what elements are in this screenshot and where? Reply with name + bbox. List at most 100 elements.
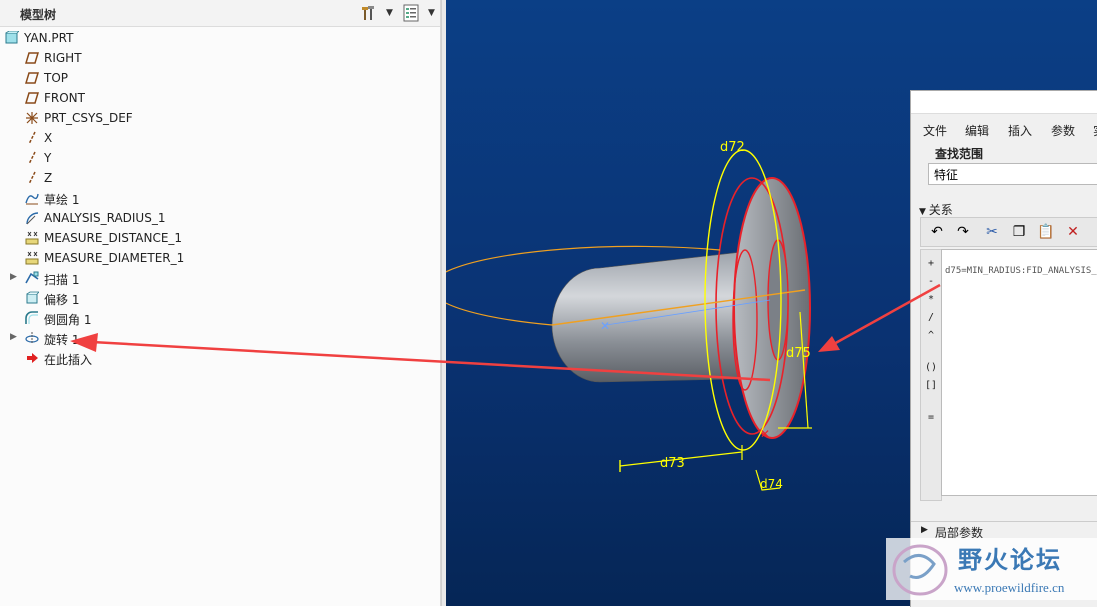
tree-item-label: 倒圆角 1 bbox=[44, 313, 92, 327]
offset-icon bbox=[26, 291, 39, 304]
cut-icon[interactable]: ✂ bbox=[982, 222, 1002, 242]
dimension-d73[interactable]: d73 bbox=[660, 456, 685, 471]
tree-item-analysis-radius-1[interactable]: ANALYSIS_RADIUS_1 bbox=[0, 208, 440, 228]
operator-plus[interactable]: + bbox=[921, 258, 941, 269]
analysis-icon bbox=[26, 212, 39, 225]
csys-marker-icon: ✕ bbox=[600, 319, 610, 333]
settings-dropdown-icon[interactable]: ▼ bbox=[386, 8, 393, 18]
relations-label: 关系 bbox=[928, 203, 953, 217]
tree-display-icon[interactable] bbox=[402, 4, 420, 22]
lookup-select[interactable]: 特征 bbox=[928, 163, 1097, 185]
tree-item-revolve-1[interactable]: ▶ 旋转 1 bbox=[0, 328, 440, 348]
dimension-d72[interactable]: d72 bbox=[720, 140, 745, 155]
tree-item-y[interactable]: Y bbox=[0, 148, 440, 168]
tree-item-label: 扫描 1 bbox=[44, 273, 80, 287]
tree-item-label: X bbox=[44, 131, 53, 145]
tree-item-insert-here[interactable]: 在此插入 bbox=[0, 348, 440, 368]
operator-equals[interactable]: = bbox=[921, 412, 941, 423]
model-tree-panel: 模型树 ▼ ▼ YAN.PRT RIGHT TOP FRONT PRT_CSYS… bbox=[0, 0, 441, 606]
datum-axis-icon bbox=[28, 151, 36, 165]
analysis-icon bbox=[25, 251, 39, 265]
lookup-label: 查找范围 bbox=[935, 147, 984, 161]
tree-item-label: MEASURE_DISTANCE_1 bbox=[44, 231, 183, 245]
tree-item-right[interactable]: RIGHT bbox=[0, 48, 440, 68]
dimension-d75[interactable]: d75 bbox=[786, 346, 811, 361]
tree-item-measure-distance-1[interactable]: MEASURE_DISTANCE_1 bbox=[0, 228, 440, 248]
display-dropdown-icon[interactable]: ▼ bbox=[428, 8, 435, 18]
datum-plane-icon bbox=[25, 92, 39, 104]
operator-brackets[interactable]: [] bbox=[921, 380, 941, 391]
datum-plane-icon bbox=[25, 72, 39, 84]
model-tree-title: 模型树 bbox=[20, 8, 57, 22]
tree-item-round-1[interactable]: 倒圆角 1 bbox=[0, 308, 440, 328]
delete-icon[interactable]: ✕ bbox=[1063, 222, 1083, 242]
tree-item-label: Y bbox=[44, 151, 52, 165]
datum-point-icon: ✕ bbox=[760, 427, 770, 441]
tree-item-front[interactable]: FRONT bbox=[0, 88, 440, 108]
redo-icon[interactable]: ↷ bbox=[953, 222, 973, 242]
menu-utilities[interactable]: 实 bbox=[1093, 122, 1097, 139]
model-tree-header: 模型树 ▼ ▼ bbox=[0, 0, 440, 27]
tree-item-sweep-1[interactable]: ▶ 扫描 1 bbox=[0, 268, 440, 288]
tree-item-top[interactable]: TOP bbox=[0, 68, 440, 88]
menu-parameters[interactable]: 参数 bbox=[1051, 122, 1075, 139]
expand-arrow-icon[interactable]: ▶ bbox=[10, 332, 17, 342]
copy-icon[interactable]: ❐ bbox=[1009, 222, 1029, 242]
tree-item-x[interactable]: X bbox=[0, 128, 440, 148]
round-icon bbox=[25, 311, 38, 324]
tree-item-label: 旋转 1 bbox=[44, 333, 80, 347]
watermark: 野火论坛 www.proewildfire.cn bbox=[886, 538, 1097, 600]
watermark-logo-icon bbox=[892, 544, 948, 596]
menu-edit[interactable]: 编辑 bbox=[965, 122, 989, 139]
dimension-d74[interactable]: d74 bbox=[760, 477, 783, 491]
tree-item-label: 草绘 1 bbox=[44, 193, 80, 207]
datum-plane-icon bbox=[25, 52, 39, 64]
model-tree: YAN.PRT RIGHT TOP FRONT PRT_CSYS_DEF X Y bbox=[0, 28, 440, 368]
tree-item-label: MEASURE_DIAMETER_1 bbox=[44, 251, 185, 265]
expand-arrow-icon[interactable]: ▶ bbox=[10, 272, 17, 282]
relations-dialog: 文件 编辑 插入 参数 实 查找范围 特征 ▼ 关系 ↶ ↷ ✂ ❐ 📋 ✕ +… bbox=[910, 90, 1097, 607]
watermark-title: 野火论坛 bbox=[958, 546, 1062, 574]
tree-item-label: TOP bbox=[44, 71, 69, 85]
operator-minus[interactable]: - bbox=[921, 276, 941, 287]
watermark-url: www.proewildfire.cn bbox=[954, 580, 1065, 595]
csys-icon bbox=[26, 112, 38, 124]
tree-item-measure-diameter-1[interactable]: MEASURE_DIAMETER_1 bbox=[0, 248, 440, 268]
tree-item-label: 偏移 1 bbox=[44, 293, 80, 307]
collapse-arrow-icon: ▼ bbox=[919, 207, 929, 217]
tree-item-label: RIGHT bbox=[44, 51, 82, 65]
operator-divide[interactable]: / bbox=[921, 312, 941, 323]
menu-insert[interactable]: 插入 bbox=[1008, 122, 1032, 139]
operator-power[interactable]: ^ bbox=[921, 330, 941, 341]
expand-arrow-icon: ▶ bbox=[921, 525, 928, 535]
tree-item-label: 在此插入 bbox=[44, 353, 93, 367]
datum-axis-icon bbox=[28, 131, 36, 145]
menu-file[interactable]: 文件 bbox=[923, 122, 947, 139]
tree-item-label: Z bbox=[44, 171, 53, 185]
tree-item-sketch-1[interactable]: 草绘 1 bbox=[0, 188, 440, 208]
tree-item-label: ANALYSIS_RADIUS_1 bbox=[44, 211, 166, 225]
part-icon bbox=[5, 31, 19, 44]
tree-item-prt-csys-def[interactable]: PRT_CSYS_DEF bbox=[0, 108, 440, 128]
dialog-titlebar[interactable] bbox=[911, 91, 1097, 114]
revolve-icon bbox=[25, 332, 39, 344]
tree-item-offset-1[interactable]: 偏移 1 bbox=[0, 288, 440, 308]
settings-tools-icon[interactable] bbox=[360, 4, 378, 22]
lookup-value: 特征 bbox=[934, 168, 959, 182]
dialog-menubar: 文件 编辑 插入 参数 实 bbox=[911, 119, 1097, 141]
operator-multiply[interactable]: * bbox=[921, 294, 941, 305]
datum-axis-icon bbox=[28, 171, 36, 185]
undo-icon[interactable]: ↶ bbox=[927, 222, 947, 242]
operator-parentheses[interactable]: () bbox=[921, 362, 941, 373]
analysis-icon bbox=[25, 231, 39, 245]
relations-section-label[interactable]: ▼ 关系 bbox=[919, 201, 953, 218]
relations-editor[interactable]: d75=MIN_RADIUS:FID_ANALYSIS_RADIUS_1 bbox=[941, 249, 1097, 496]
sweep-icon bbox=[25, 271, 39, 284]
relations-toolbar: ↶ ↷ ✂ ❐ 📋 ✕ bbox=[920, 217, 1097, 247]
tree-item-yan-prt[interactable]: YAN.PRT bbox=[0, 28, 440, 48]
tree-item-label: YAN.PRT bbox=[24, 31, 74, 45]
tree-item-z[interactable]: Z bbox=[0, 168, 440, 188]
sketch-icon bbox=[25, 193, 39, 205]
paste-icon[interactable]: 📋 bbox=[1036, 222, 1056, 242]
relation-line: d75=MIN_RADIUS:FID_ANALYSIS_RADIUS_1 bbox=[945, 266, 1097, 276]
